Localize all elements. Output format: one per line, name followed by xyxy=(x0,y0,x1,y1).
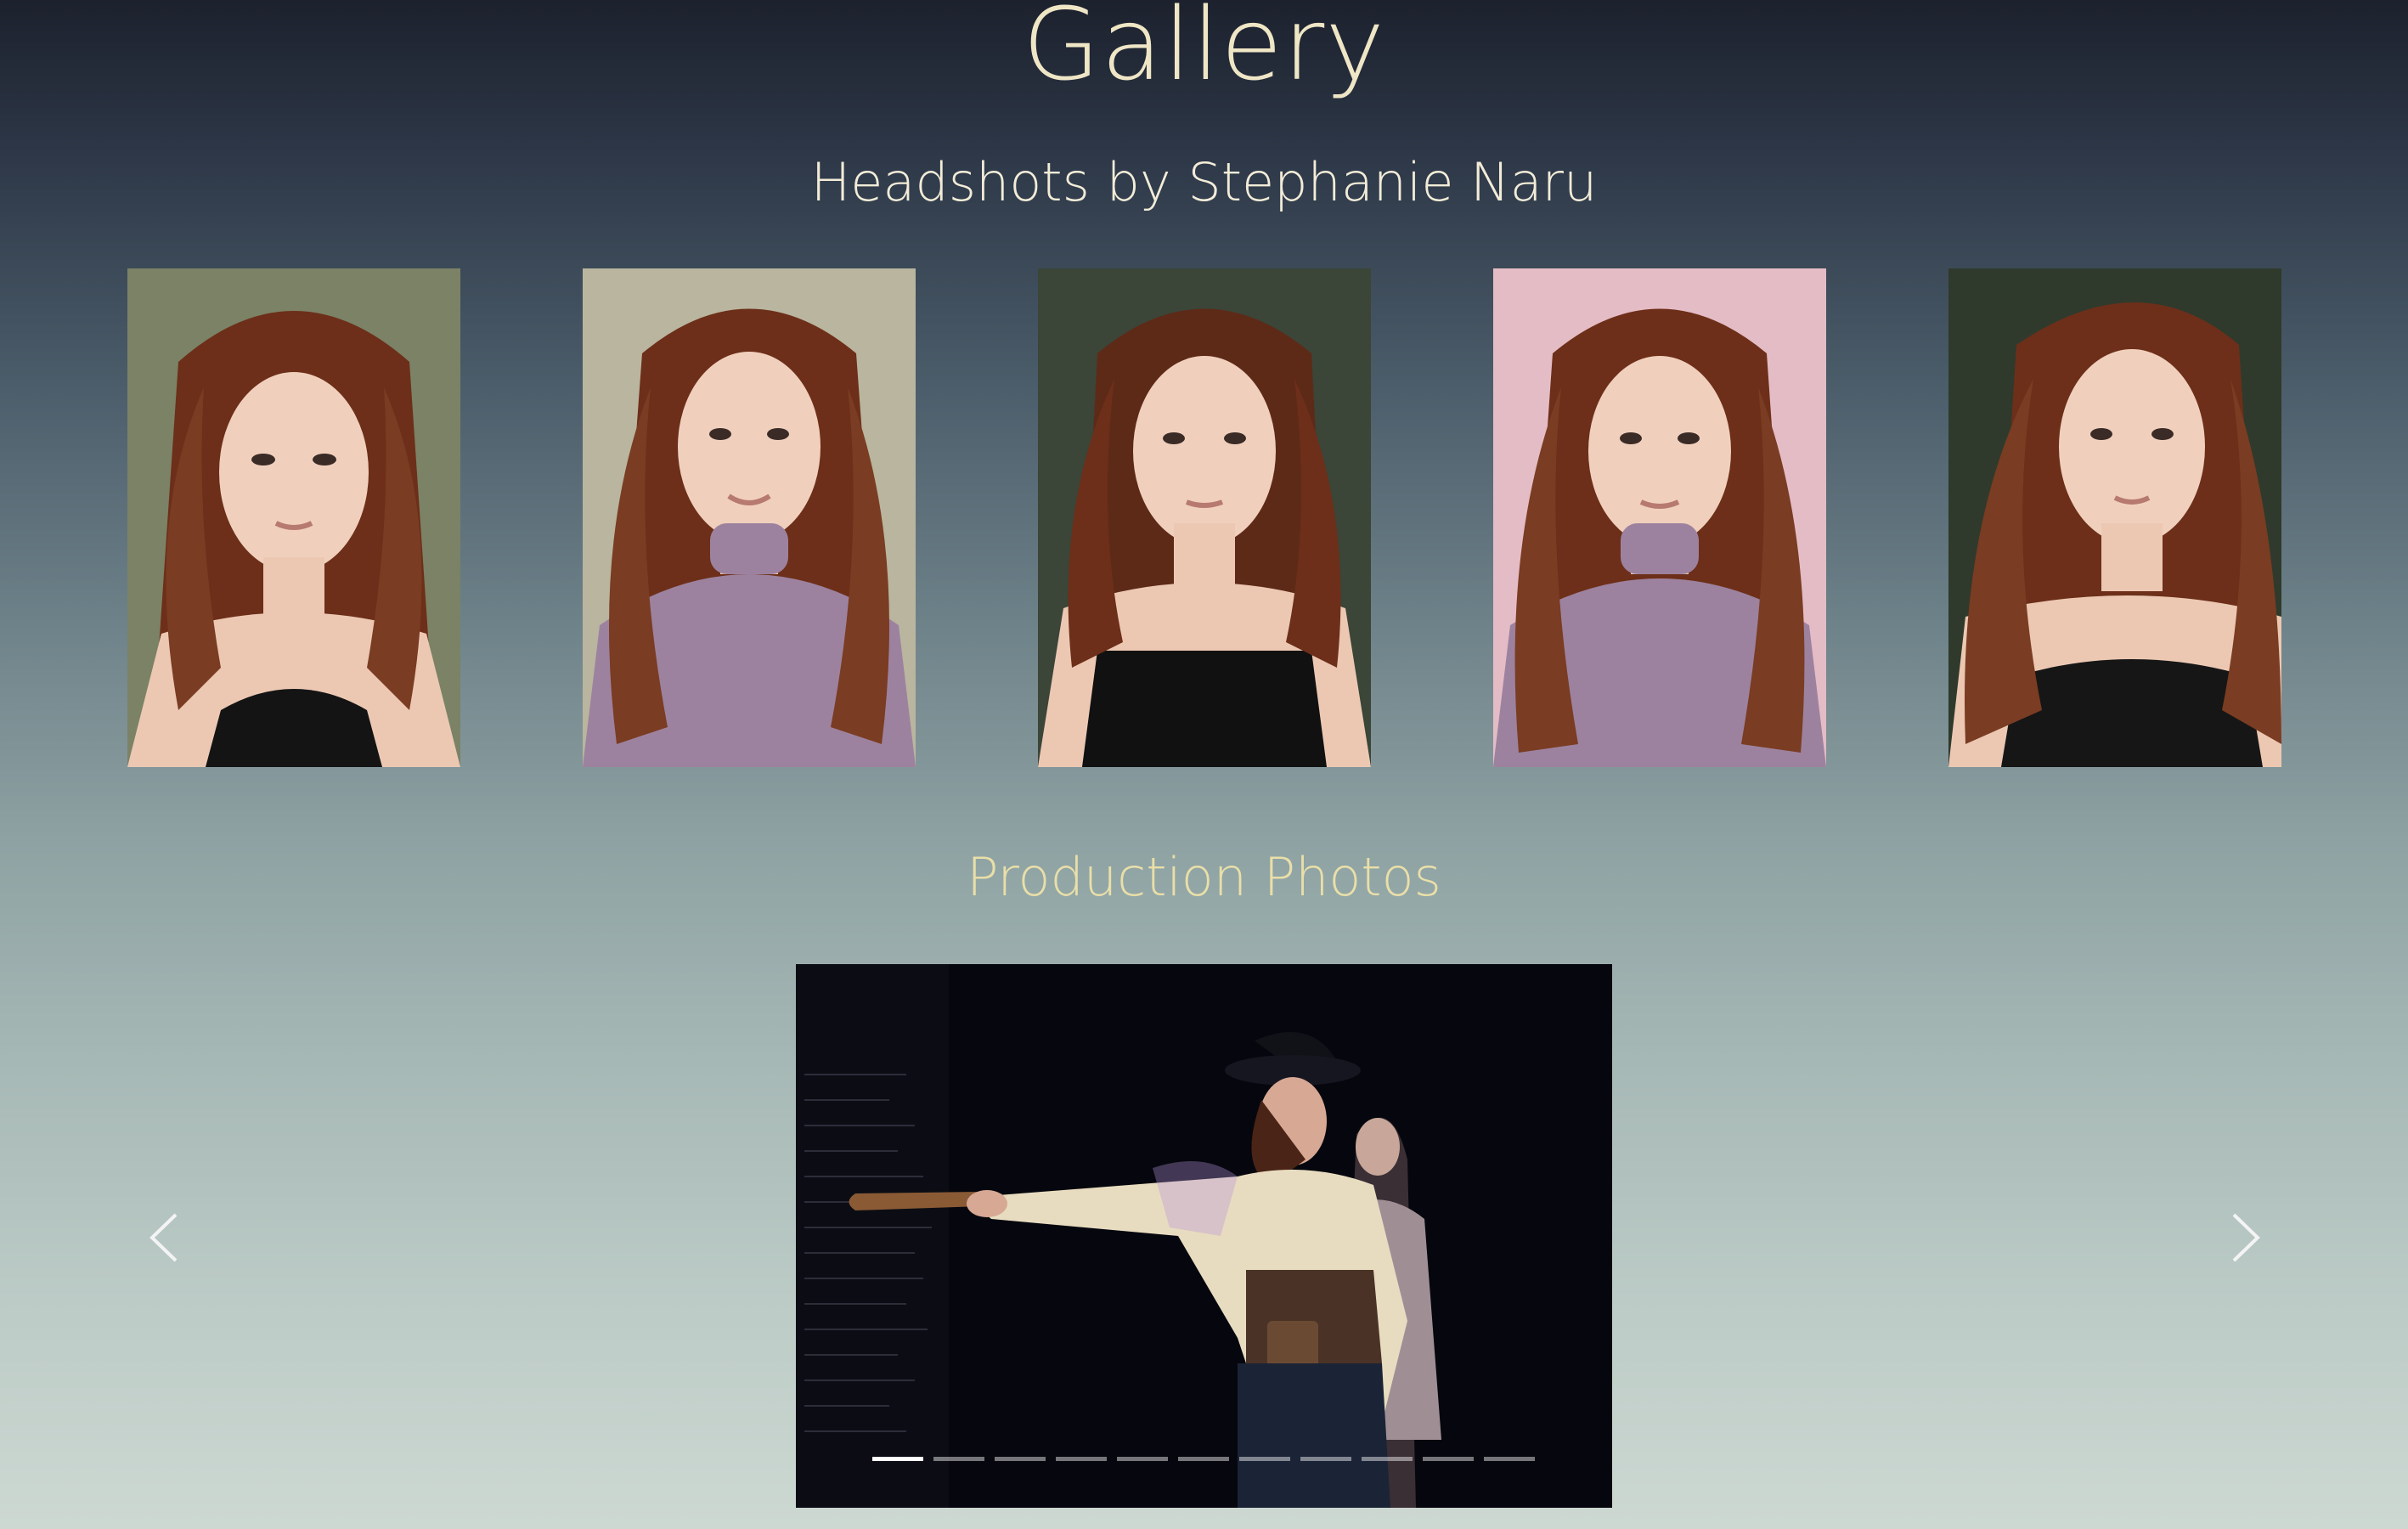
headshot-image xyxy=(127,268,460,767)
carousel-prev-button[interactable] xyxy=(140,1208,191,1267)
production-section-title: Production Photos xyxy=(967,846,1441,908)
headshot-image xyxy=(1948,268,2281,767)
headshot-photo-4[interactable] xyxy=(1493,268,1826,767)
chevron-left-icon xyxy=(149,1213,178,1262)
carousel-dot-4[interactable] xyxy=(1056,1457,1107,1461)
carousel-dot-3[interactable] xyxy=(995,1457,1046,1461)
carousel-next-button[interactable] xyxy=(2219,1208,2270,1267)
carousel-dot-1[interactable] xyxy=(872,1457,923,1461)
carousel-dot-2[interactable] xyxy=(933,1457,984,1461)
carousel-dot-6[interactable] xyxy=(1178,1457,1229,1461)
headshots-section-title: Headshots by Stephanie Naru xyxy=(810,151,1598,213)
chevron-right-icon xyxy=(2232,1213,2260,1262)
headshot-gallery xyxy=(127,268,2281,767)
headshot-image xyxy=(583,268,916,767)
headshot-photo-5[interactable] xyxy=(1948,268,2281,767)
headshot-photo-1[interactable] xyxy=(127,268,460,767)
headshot-photo-3[interactable] xyxy=(1038,268,1371,767)
production-photo xyxy=(796,964,1612,1508)
headshot-image xyxy=(1038,268,1371,767)
carousel-indicators xyxy=(872,1457,1537,1464)
carousel-dot-8[interactable] xyxy=(1300,1457,1351,1461)
carousel-dot-11[interactable] xyxy=(1484,1457,1535,1461)
headshot-photo-2[interactable] xyxy=(583,268,916,767)
carousel-dot-7[interactable] xyxy=(1239,1457,1290,1461)
page-title: Gallery xyxy=(1022,0,1386,103)
carousel-dot-10[interactable] xyxy=(1423,1457,1474,1461)
carousel-dot-5[interactable] xyxy=(1117,1457,1168,1461)
carousel-dot-9[interactable] xyxy=(1362,1457,1413,1461)
production-photo-carousel[interactable] xyxy=(796,964,1612,1508)
headshot-image xyxy=(1493,268,1826,767)
